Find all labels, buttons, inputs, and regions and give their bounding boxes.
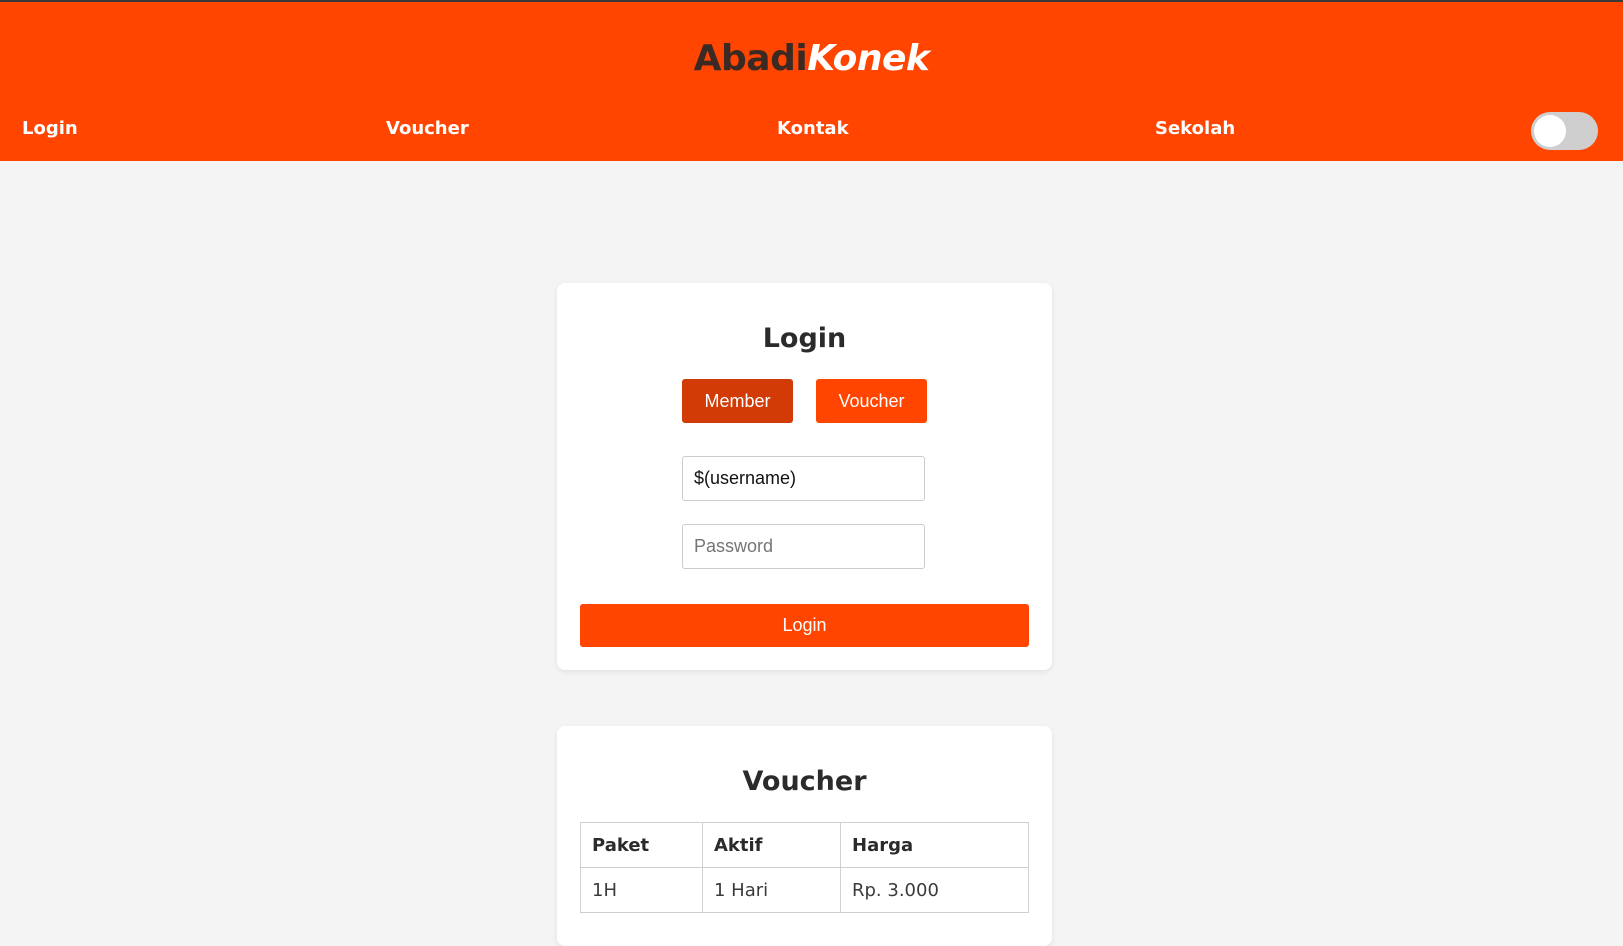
nav-voucher[interactable]: Voucher	[386, 118, 469, 139]
column-header-paket: Paket	[580, 822, 703, 868]
voucher-tab-button[interactable]: Voucher	[816, 379, 927, 423]
cell-paket: 1H	[580, 867, 703, 913]
nav-kontak[interactable]: Kontak	[777, 118, 849, 139]
column-header-harga: Harga	[840, 822, 1029, 868]
table-row: 1H 1 Hari Rp. 3.000	[580, 867, 1029, 913]
member-tab-button[interactable]: Member	[682, 379, 793, 423]
cell-aktif: 1 Hari	[702, 867, 841, 913]
site-header: AbadiKonek Login Voucher Kontak Sekolah	[0, 2, 1623, 161]
theme-toggle[interactable]	[1531, 112, 1598, 150]
cell-harga: Rp. 3.000	[840, 867, 1029, 913]
brand-part-1: Abadi	[693, 38, 808, 79]
toggle-knob	[1534, 115, 1566, 147]
table-header-row: Paket Aktif Harga	[580, 822, 1029, 868]
username-input[interactable]	[682, 456, 925, 501]
brand-part-2: Konek	[807, 38, 930, 79]
login-title: Login	[762, 323, 847, 354]
column-header-aktif: Aktif	[702, 822, 841, 868]
password-input[interactable]	[682, 524, 925, 569]
voucher-title: Voucher	[742, 766, 867, 797]
nav-login[interactable]: Login	[22, 118, 78, 139]
voucher-table: Paket Aktif Harga 1H 1 Hari Rp. 3.000	[580, 822, 1029, 913]
voucher-card: Voucher Paket Aktif Harga 1H 1 Hari Rp. …	[557, 726, 1052, 946]
login-card: Login Member Voucher Login	[557, 283, 1052, 670]
login-submit-button[interactable]: Login	[580, 604, 1029, 647]
brand-logo[interactable]: AbadiKonek	[0, 38, 1623, 79]
nav-sekolah[interactable]: Sekolah	[1155, 118, 1235, 139]
